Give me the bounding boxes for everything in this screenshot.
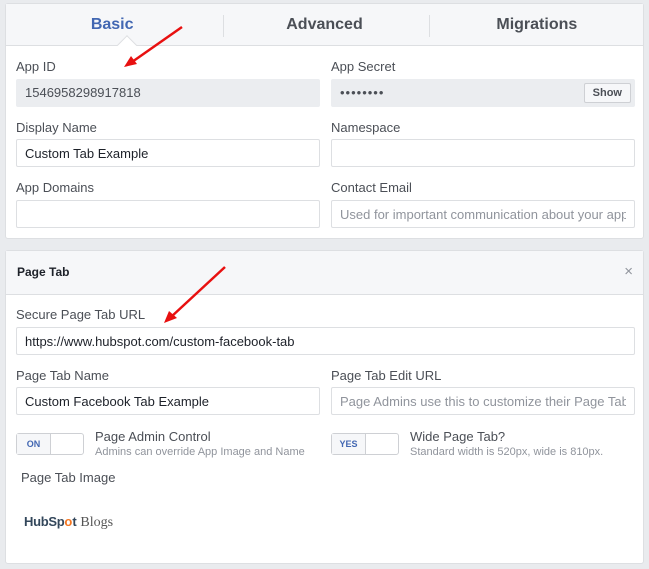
tab-divider	[429, 15, 430, 37]
contact-email-label: Contact Email	[331, 180, 412, 195]
namespace-input[interactable]	[331, 139, 635, 167]
app-domains-label: App Domains	[16, 180, 95, 195]
page-admin-control-desc: Admins can override App Image and Name	[95, 446, 305, 458]
page-tab-image-label: Page Tab Image	[21, 470, 116, 485]
wide-page-tab-title: Wide Page Tab?	[410, 429, 506, 444]
contact-email-input[interactable]	[331, 200, 635, 228]
settings-tabs: Basic Advanced Migrations	[6, 4, 643, 55]
logo-text-a: HubSp	[24, 514, 65, 529]
secure-url-input[interactable]	[16, 327, 635, 355]
tab-basic[interactable]: Basic	[6, 4, 218, 45]
tab-migrations[interactable]: Migrations	[431, 4, 643, 45]
logo-text-b: t	[72, 514, 77, 529]
edit-url-input[interactable]	[331, 387, 635, 415]
page-tab-name-input[interactable]	[16, 387, 320, 415]
hubspot-blogs-logo: HubSp o t Blogs	[24, 514, 113, 531]
wide-page-tab-toggle[interactable]: YES	[331, 433, 399, 455]
page-admin-control-toggle[interactable]: ON	[16, 433, 84, 455]
sprocket-icon: o	[64, 514, 73, 529]
display-name-label: Display Name	[16, 120, 97, 135]
show-secret-button[interactable]: Show	[583, 83, 631, 103]
toggle-state-on: ON	[17, 434, 51, 454]
display-name-input[interactable]	[16, 139, 320, 167]
wide-page-tab-desc: Standard width is 520px, wide is 810px.	[410, 446, 604, 458]
edit-url-label: Page Tab Edit URL	[331, 368, 442, 383]
page-admin-control-title: Page Admin Control	[95, 429, 211, 444]
logo-suffix: Blogs	[80, 515, 114, 530]
close-icon[interactable]: ×	[624, 263, 633, 280]
app-id-label: App ID	[16, 59, 56, 74]
app-domains-input[interactable]	[16, 200, 320, 228]
namespace-label: Namespace	[331, 120, 401, 135]
app-secret-value: ••••••••	[340, 85, 385, 100]
page-tab-title: Page Tab	[17, 265, 70, 279]
app-id-field: 1546958298917818	[16, 79, 320, 107]
page-tab-name-label: Page Tab Name	[16, 368, 109, 383]
app-secret-label: App Secret	[331, 59, 396, 74]
tab-divider	[223, 15, 224, 37]
page-tab-header: Page Tab ×	[6, 251, 643, 295]
toggle-state-yes: YES	[332, 434, 366, 454]
app-secret-field: •••••••• Show	[331, 79, 635, 107]
tab-advanced[interactable]: Advanced	[218, 4, 430, 45]
secure-url-label: Secure Page Tab URL	[16, 307, 146, 322]
